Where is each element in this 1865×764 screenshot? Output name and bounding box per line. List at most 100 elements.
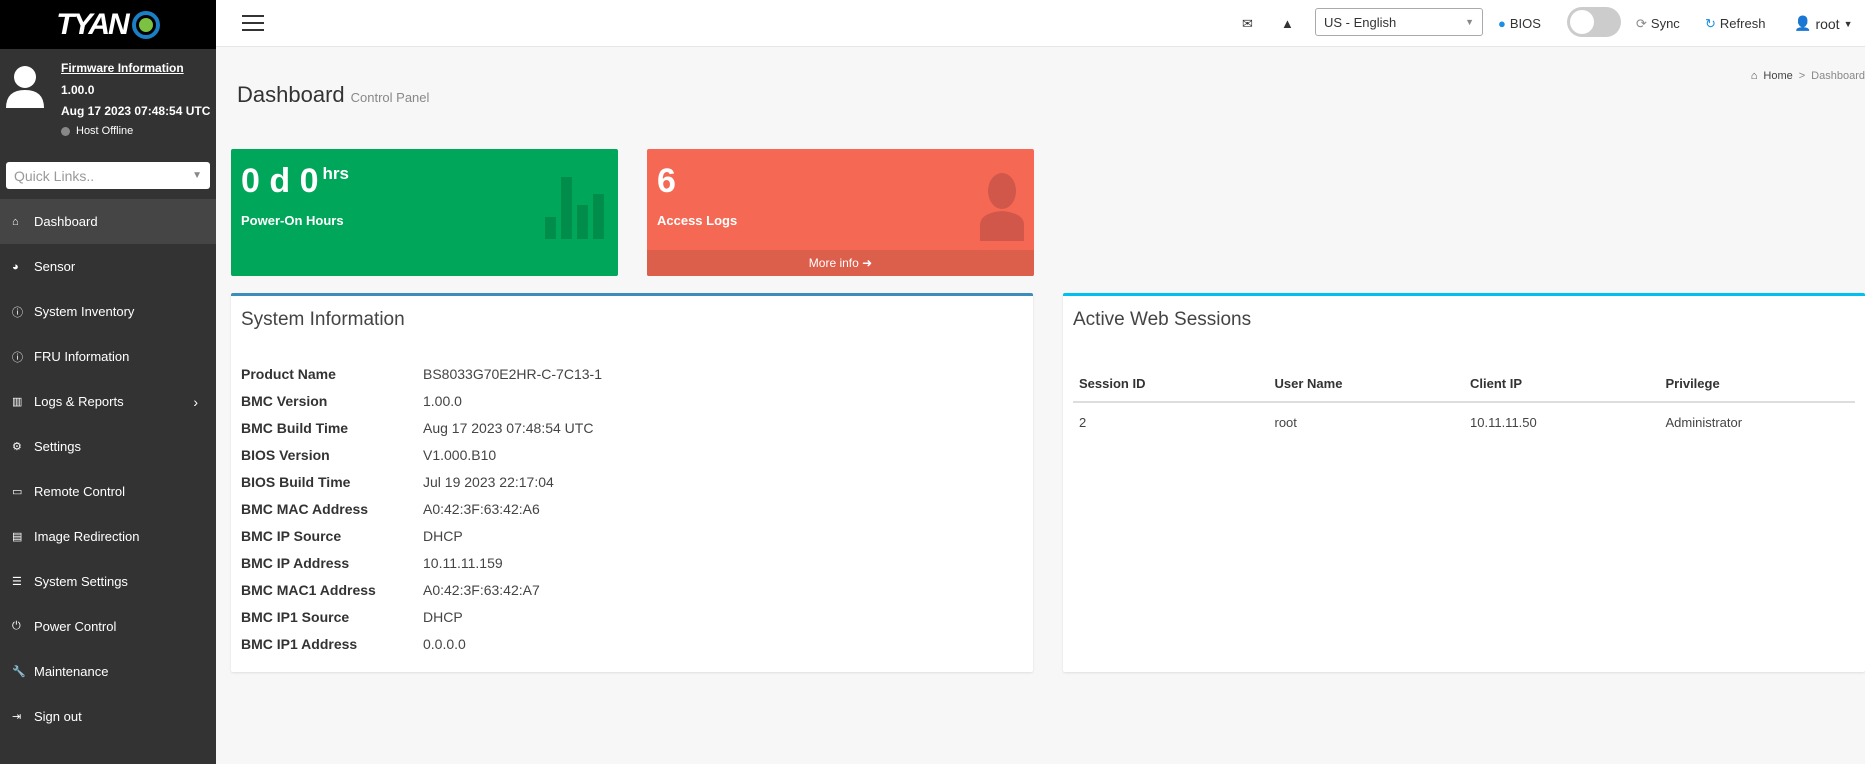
active-web-sessions-panel: Active Web Sessions Session ID User Name C…	[1063, 293, 1865, 672]
access-logs-label: Access Logs	[657, 213, 738, 228]
active-web-sessions-title: Active Web Sessions	[1073, 309, 1252, 330]
system-info-value: DHCP	[423, 609, 463, 625]
system-info-row: BIOS Build Time Jul 19 2023 22:17:04	[241, 474, 554, 490]
system-info-row: BMC MAC1 Address A0:42:3F:63:42:A7	[241, 582, 540, 598]
sidebar-item-sensor[interactable]: ◕ Sensor	[0, 244, 216, 289]
system-info-key: BIOS Build Time	[241, 474, 351, 490]
info-icon: ⓘ	[12, 306, 23, 319]
table-cell: 2	[1079, 415, 1087, 430]
breadcrumb-separator: >	[1798, 70, 1806, 82]
language-select[interactable]: US - English ▼	[1315, 8, 1483, 36]
tyan-logo: TYAN	[0, 0, 216, 49]
refresh-button[interactable]: ↻ Refresh	[1705, 0, 1765, 47]
sidebar-item-system-inventory[interactable]: ⓘ System Inventory	[0, 289, 216, 334]
messages-icon[interactable]: ✉	[1242, 0, 1253, 47]
column-header: User Name	[1268, 366, 1464, 403]
sidebar-item-label: System Settings	[34, 574, 128, 589]
refresh-label: Refresh	[1719, 16, 1766, 31]
more-info-label: More info	[808, 256, 859, 270]
sync-icon: ⟳	[1636, 15, 1647, 31]
system-info-value: A0:42:3F:63:42:A6	[423, 501, 540, 517]
sidebar-item-maintenance[interactable]: 🔧 Maintenance	[0, 649, 216, 694]
user-icon: 👤	[1794, 15, 1812, 31]
system-info-value: A0:42:3F:63:42:A7	[423, 582, 540, 598]
user-silhouette-icon	[980, 173, 1024, 241]
system-info-value: Jul 19 2023 22:17:04	[423, 474, 554, 490]
breadcrumb-current: Dashboard	[1811, 70, 1865, 82]
system-info-key: BMC IP Address	[241, 555, 350, 571]
system-info-row: BMC Version 1.00.0	[241, 393, 462, 409]
system-info-key: BMC IP1 Source	[241, 609, 350, 625]
bios-toggle[interactable]	[1567, 7, 1621, 37]
system-info-value: DHCP	[423, 528, 463, 544]
user-panel: Firmware Information 1.00.0 Aug 17 2023 …	[0, 49, 216, 154]
power-on-label: Power-On Hours	[241, 213, 344, 228]
user-name: root	[1815, 15, 1840, 32]
page-title: Dashboard Control Panel	[237, 82, 429, 108]
system-info-row: BIOS Version V1.000.B10	[241, 447, 496, 463]
system-info-key: BIOS Version	[241, 447, 330, 463]
column-header: Privilege	[1659, 366, 1855, 403]
sidebar-item-logs-reports[interactable]: ▥ Logs & Reports ›	[0, 379, 216, 424]
system-information-panel: System Information Product Name BS8033G70…	[231, 293, 1033, 672]
bar-chart-icon	[545, 177, 604, 239]
system-info-row: BMC IP Address 10.11.11.159	[241, 555, 503, 571]
menu-toggle-icon[interactable]	[242, 15, 264, 31]
gear-icon: ⚙	[12, 441, 22, 453]
monitor-icon: ▭	[12, 486, 23, 498]
sidebar-item-remote-control[interactable]: ▭ Remote Control	[0, 469, 216, 514]
system-info-value: Aug 17 2023 07:48:54 UTC	[423, 420, 594, 436]
system-info-row: BMC Build Time Aug 17 2023 07:48:54 UTC	[241, 420, 593, 436]
system-info-key: BMC Version	[241, 393, 328, 409]
sidebar-item-fru-information[interactable]: ⓘ FRU Information	[0, 334, 216, 379]
quick-links-select[interactable]: Quick Links.. ▼	[6, 162, 210, 189]
column-header: Client IP	[1464, 366, 1660, 403]
server-icon: ☰	[12, 576, 22, 588]
sidebar-item-image-redirection[interactable]: ▤ Image Redirection	[0, 514, 216, 559]
power-on-unit: hrs	[322, 164, 349, 183]
top-header: ✉ ▲ US - English ▼ ● BIOS ⟳ Sync ↻ Refresh 👤…	[216, 0, 1865, 47]
sidebar-item-label: Dashboard	[34, 214, 98, 229]
caret-down-icon: ▼	[1843, 18, 1853, 29]
sidebar-item-label: Sign out	[34, 709, 82, 724]
power-icon: ⏻	[12, 620, 21, 632]
quick-links-placeholder: Quick Links..	[14, 167, 95, 184]
sync-label: Sync	[1650, 16, 1680, 31]
bar-chart-icon: ▥	[12, 396, 23, 408]
sidebar-item-label: Sensor	[34, 259, 76, 274]
system-info-key: BMC Build Time	[241, 420, 349, 436]
page-title-text: Dashboard	[237, 82, 345, 107]
caret-down-icon: ▼	[1465, 17, 1474, 27]
sidebar-item-label: Power Control	[34, 619, 117, 634]
sidebar-item-label: Image Redirection	[34, 529, 140, 544]
system-info-row: Product Name BS8033G70E2HR-C-7C13-1	[241, 366, 602, 382]
sidebar-item-settings[interactable]: ⚙ Settings	[0, 424, 216, 469]
sidebar-item-label: Remote Control	[34, 484, 126, 499]
bios-button[interactable]: ● BIOS	[1498, 0, 1541, 47]
user-menu[interactable]: 👤 root ▼	[1794, 0, 1852, 47]
warning-icon[interactable]: ▲	[1281, 0, 1294, 47]
system-info-row: BMC IP1 Address 0.0.0.0	[241, 636, 466, 652]
firmware-information-link[interactable]: Firmware Information	[61, 61, 184, 75]
firmware-version: 1.00.0	[61, 83, 95, 97]
sidebar-item-dashboard[interactable]: ⌂ Dashboard	[0, 199, 216, 244]
sidebar-item-sign-out[interactable]: ⇥ Sign out	[0, 694, 216, 739]
breadcrumb: ⌂ Home > Dashboard	[1751, 70, 1865, 82]
host-status: Host Offline	[61, 125, 133, 137]
more-info-link[interactable]: More info ➜	[647, 250, 1034, 276]
sidebar-nav: ⌂ Dashboard ◕ Sensor ⓘ System Inventory ⓘ FRU I…	[0, 199, 216, 739]
access-logs-card: 6 Access Logs More info ➜	[647, 149, 1034, 276]
sidebar-item-power-control[interactable]: ⏻ Power Control	[0, 604, 216, 649]
system-info-key: BMC MAC1 Address	[241, 582, 376, 598]
status-dot-icon	[61, 126, 70, 136]
system-info-value: 10.11.11.159	[423, 555, 503, 571]
sidebar-item-system-settings[interactable]: ☰ System Settings	[0, 559, 216, 604]
power-on-value: 0 d 0 hrs	[241, 162, 349, 201]
page-subtitle: Control Panel	[350, 90, 430, 105]
bios-label: BIOS	[1509, 16, 1541, 31]
table-cell: 10.11.11.50	[1470, 415, 1537, 430]
sign-out-icon: ⇥	[12, 711, 22, 723]
sync-button[interactable]: ⟳ Sync	[1636, 0, 1680, 47]
logo-text: TYAN	[56, 7, 129, 41]
breadcrumb-home[interactable]: Home	[1763, 70, 1792, 82]
